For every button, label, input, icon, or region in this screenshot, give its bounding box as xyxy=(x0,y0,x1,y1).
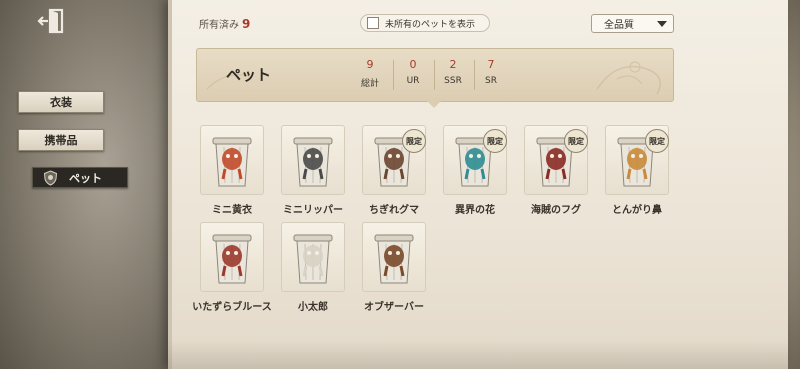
panel-edge xyxy=(168,0,172,369)
pet-card[interactable]: 限定 異界の花 xyxy=(437,125,513,221)
pet-card[interactable]: ミニリッパー xyxy=(275,125,351,221)
owned-number: 9 xyxy=(242,17,251,31)
stat-label: UR xyxy=(406,76,420,86)
ripper-pet-icon xyxy=(293,137,333,187)
sidebar-item-costume[interactable]: 衣装 xyxy=(18,91,104,113)
stat-ur: 0 UR xyxy=(393,58,433,86)
stat-label: 総計 xyxy=(360,79,379,89)
stat-value: 2 xyxy=(449,58,457,71)
stat-value: 0 xyxy=(409,58,417,71)
sidebar-item-pet[interactable]: ペット xyxy=(32,167,128,188)
limited-badge: 限定 xyxy=(402,129,426,153)
pet-card[interactable]: オブザーバー xyxy=(356,222,432,318)
show-unowned-toggle[interactable]: 未所有のペットを表示 xyxy=(360,14,490,32)
panel-bottom-shade xyxy=(168,340,788,369)
sidebar-item-label: 携帯品 xyxy=(44,134,78,147)
stat-label: SR xyxy=(485,76,497,86)
limited-badge: 限定 xyxy=(645,129,669,153)
owned-label: 所有済み xyxy=(199,20,239,31)
stat-label: SSR xyxy=(444,76,462,86)
stat-ssr: 2 SSR xyxy=(433,58,473,86)
exit-button[interactable] xyxy=(34,8,70,38)
pet-card[interactable]: ミニ黄衣 xyxy=(194,125,270,221)
observer-pet-icon xyxy=(374,234,414,284)
prank-bruce-pet-icon xyxy=(212,234,252,284)
page-title: ペット xyxy=(226,66,272,84)
pet-card[interactable]: 限定 ちぎれグマ xyxy=(356,125,432,221)
pet-card[interactable]: 小太郎 xyxy=(275,222,351,318)
header-notch xyxy=(426,100,442,108)
owned-count: 所有済み 9 xyxy=(199,16,250,31)
quality-filter-select[interactable]: 全品質 xyxy=(591,14,674,33)
limited-badge: 限定 xyxy=(483,129,507,153)
yellow-robe-pet-icon xyxy=(212,137,252,187)
stat-value: 9 xyxy=(366,58,374,71)
sidebar-item-label: 衣装 xyxy=(50,96,72,109)
quality-filter-value: 全品質 xyxy=(604,20,634,31)
limited-badge: 限定 xyxy=(564,129,588,153)
stat-value: 7 xyxy=(487,58,495,71)
sidebar-item-label: ペット xyxy=(69,171,102,185)
pet-card[interactable]: 限定 海賊のフグ xyxy=(518,125,594,221)
sidebar-item-accessory[interactable]: 携帯品 xyxy=(18,129,104,151)
pet-name: とんがり鼻 xyxy=(612,205,662,216)
pet-card[interactable]: 限定とんがり鼻 xyxy=(599,125,675,221)
show-unowned-label: 未所有のペットを表示 xyxy=(385,19,476,30)
pet-card[interactable]: いたずらブルース xyxy=(192,222,272,318)
stat-total: 9 総計 xyxy=(350,58,390,89)
stat-sr: 7 SR xyxy=(471,58,511,86)
shield-icon xyxy=(43,170,58,189)
exit-door-icon xyxy=(37,8,67,38)
show-unowned-checkbox[interactable] xyxy=(367,17,379,29)
pet-name: オブザーバー xyxy=(364,302,424,313)
chevron-down-icon xyxy=(657,20,667,27)
kotaro-pet-icon xyxy=(293,234,333,284)
